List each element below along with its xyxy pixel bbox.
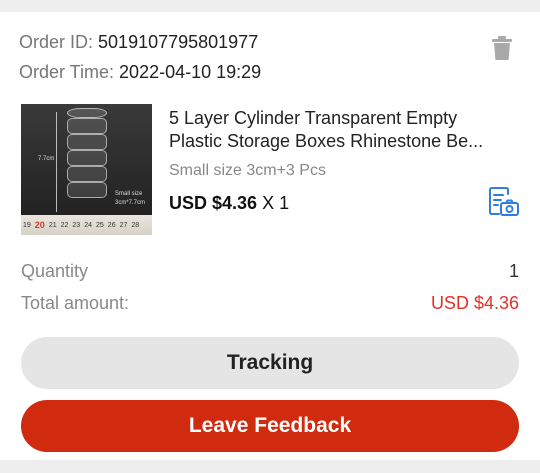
container-layer [67, 182, 107, 198]
ruler-mark: 27 [119, 221, 128, 229]
product-title-line-2: Plastic Storage Boxes Rhinestone Be... [169, 131, 484, 151]
image-dimension-label: 7.7cm [38, 156, 55, 162]
trash-icon[interactable] [489, 34, 515, 62]
order-id-row: Order ID: 5019107795801977 [19, 32, 258, 53]
container-layer [67, 166, 107, 182]
order-id-label: Order ID: [19, 32, 94, 52]
order-id-value: 5019107795801977 [98, 32, 259, 52]
image-size-label: Small size 3cm*7.7cm [115, 190, 145, 208]
quantity-label: Quantity [21, 261, 89, 281]
container-layer [67, 134, 107, 150]
image-size-label-1: Small size [115, 191, 143, 197]
ruler-mark: 21 [48, 221, 57, 229]
container-layer [67, 150, 107, 166]
container-lid [67, 108, 107, 118]
image-ruler: 19 20 21 22 23 24 25 26 27 28 [21, 215, 152, 235]
quantity-value: 1 [508, 261, 519, 281]
leave-feedback-button[interactable]: Leave Feedback [21, 400, 519, 452]
ruler-mark: 25 [96, 221, 104, 229]
ruler-mark: 19 [23, 221, 31, 229]
order-time-row: Order Time: 2022-04-10 19:29 [19, 62, 261, 83]
product-quantity: X 1 [262, 193, 290, 213]
total-amount-value: USD $4.36 [430, 293, 519, 313]
container-layer [67, 118, 107, 134]
ruler-mark-highlight: 20 [34, 220, 45, 230]
product-price-row: USD $4.36 X 1 [169, 193, 289, 214]
ruler-mark: 26 [107, 221, 116, 229]
product-price: USD $4.36 [169, 193, 258, 213]
tracking-button[interactable]: Tracking [21, 337, 519, 389]
image-size-label-2: 3cm*7.7cm [115, 200, 146, 206]
dimension-line [56, 112, 57, 212]
document-camera-icon[interactable] [486, 185, 520, 219]
order-card: Order ID: 5019107795801977 Order Time: 2… [0, 12, 540, 460]
order-time-label: Order Time: [19, 62, 115, 82]
ruler-mark: 28 [131, 221, 140, 229]
product-title-line-1: 5 Layer Cylinder Transparent Empty [169, 108, 458, 128]
ruler-mark: 23 [72, 221, 81, 229]
order-time-value: 2022-04-10 19:29 [119, 62, 262, 82]
product-variant: Small size 3cm+3 Pcs [169, 162, 326, 179]
ruler-mark: 22 [60, 221, 69, 229]
product-image[interactable]: 7.7cm Small size 3cm*7.7cm 19 20 21 22 2… [21, 104, 152, 235]
product-title[interactable]: 5 Layer Cylinder Transparent Empty Plast… [169, 107, 519, 153]
ruler-mark: 24 [84, 221, 92, 229]
total-amount-label: Total amount: [21, 293, 130, 313]
